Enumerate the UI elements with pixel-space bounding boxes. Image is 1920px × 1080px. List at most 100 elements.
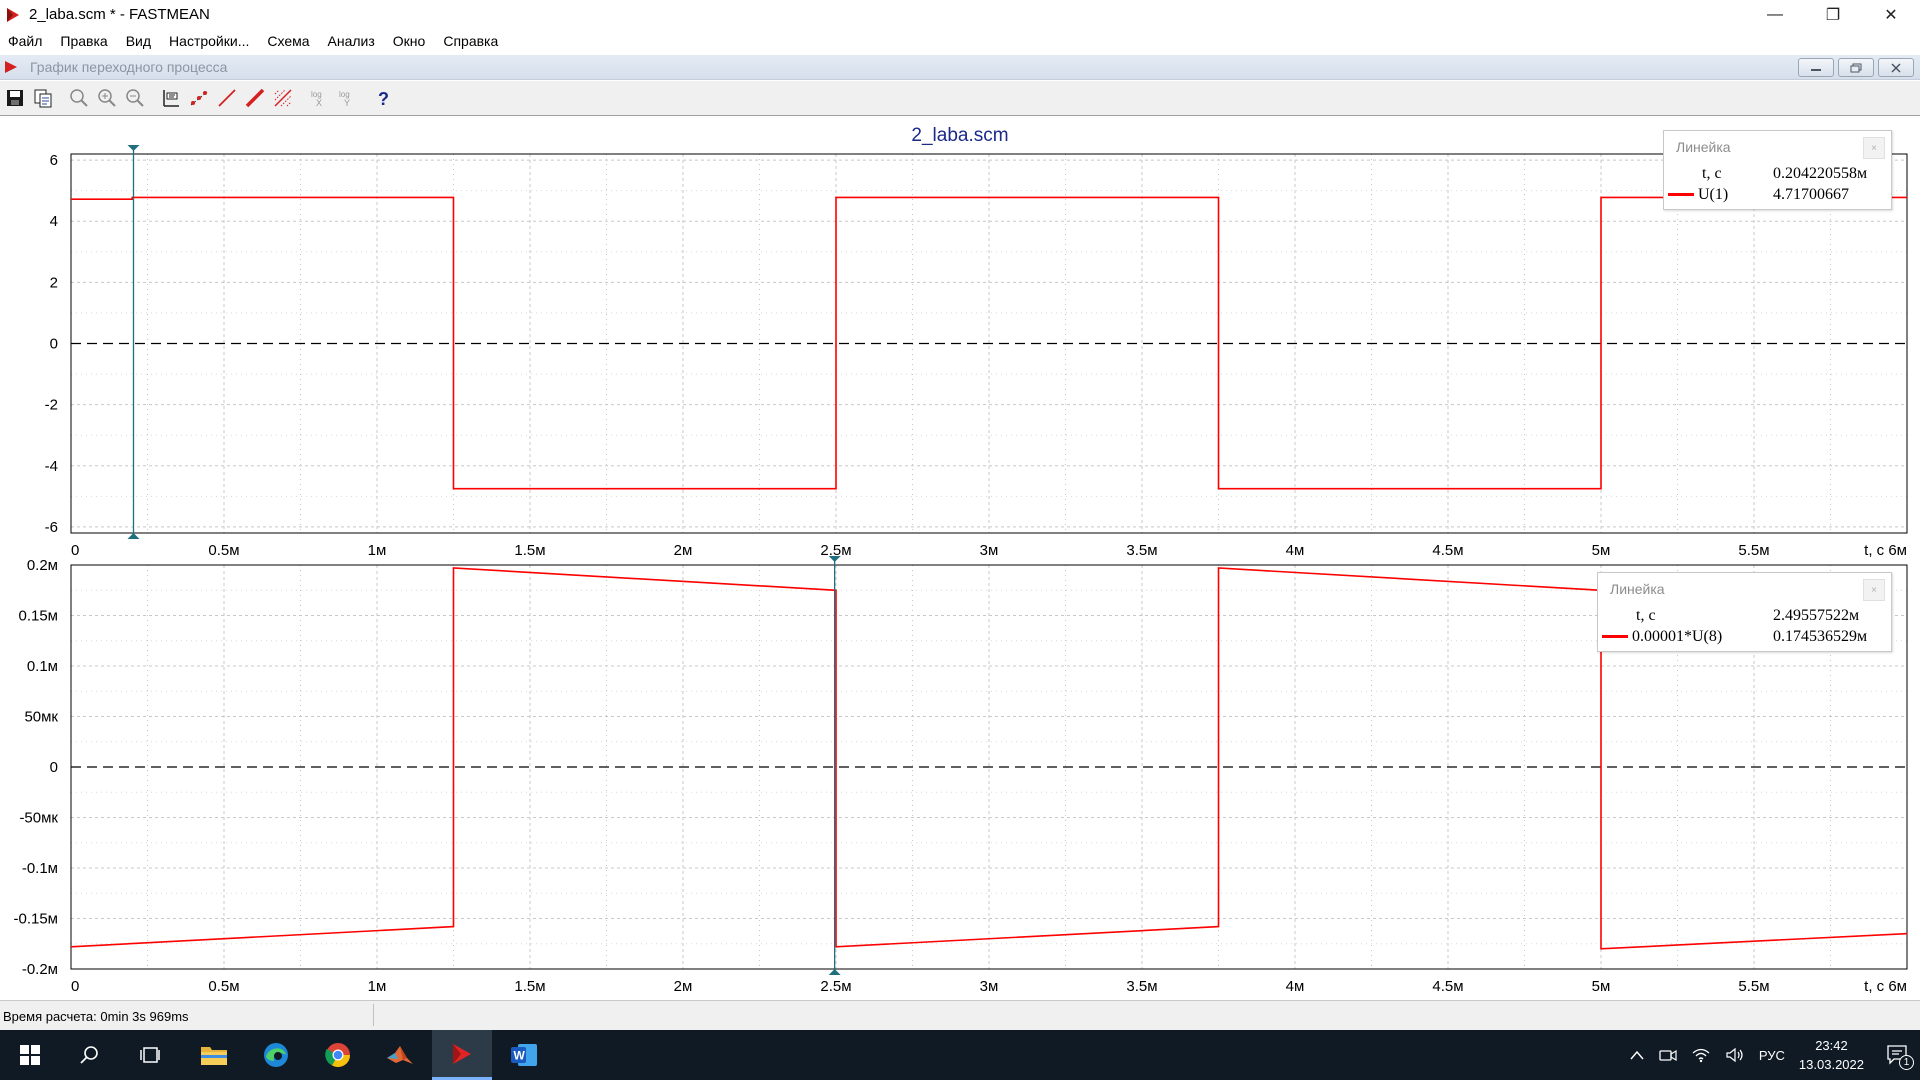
grid-button[interactable] [270, 85, 296, 111]
ruler-close-button[interactable]: × [1863, 137, 1885, 159]
x-tick-label: 0 [71, 978, 79, 995]
task-view-button[interactable] [120, 1030, 180, 1080]
word-icon: W [511, 1044, 537, 1066]
wifi-icon [1692, 1048, 1710, 1063]
meet-now-tray[interactable] [1659, 1047, 1677, 1063]
line-button[interactable] [214, 85, 240, 111]
chrome-button[interactable] [308, 1030, 368, 1080]
child-window-controls [1798, 58, 1914, 77]
close-icon [1891, 62, 1901, 73]
menu-circuit[interactable]: Схема [267, 31, 309, 51]
network-tray[interactable] [1691, 1047, 1711, 1063]
ruler-close-button[interactable]: × [1863, 579, 1885, 601]
word-button[interactable]: W [494, 1030, 554, 1080]
child-restore-button[interactable] [1838, 58, 1874, 77]
start-button[interactable] [0, 1030, 60, 1080]
menu-file[interactable]: Файл [8, 31, 42, 51]
file-explorer-button[interactable] [184, 1030, 244, 1080]
ruler-series-value: 4.71700667 [1773, 185, 1849, 203]
y-tick-label: 50мк [24, 709, 58, 726]
ruler-series-label: U(1) [1698, 185, 1729, 203]
y-tick-label: 6 [50, 152, 58, 169]
series-color-swatch [1602, 635, 1628, 638]
menu-analysis[interactable]: Анализ [328, 31, 375, 51]
clock[interactable]: 23:42 13.03.2022 [1799, 1036, 1864, 1074]
volume-tray[interactable] [1725, 1047, 1745, 1063]
chrome-icon [325, 1043, 350, 1068]
toolbar: log X log Y ? [0, 81, 1920, 116]
thick-line-button[interactable] [242, 85, 268, 111]
child-close-button[interactable] [1878, 58, 1914, 77]
y-tick-label: -2 [45, 397, 58, 414]
ruler-legend-top[interactable]: Линейка × t, c 0.204220558м U(1) 4.71700… [1663, 130, 1892, 210]
help-button[interactable]: ? [370, 85, 396, 111]
thick-line-icon [245, 88, 265, 108]
ruler-time-label: t, c [1702, 164, 1722, 182]
fastmean-child-icon [5, 61, 17, 73]
y-tick-label: -50мк [19, 810, 58, 827]
window-controls: — ❐ ✕ [1746, 0, 1920, 29]
save-button[interactable] [2, 85, 28, 111]
help-glyph: ? [378, 89, 389, 109]
x-tick-label: 2м [674, 542, 693, 559]
ruler-cursor-marker-bottom [828, 969, 841, 975]
log-x-button[interactable]: log X [306, 85, 332, 111]
zoom-button[interactable] [66, 85, 92, 111]
zoom-in-button[interactable] [94, 85, 120, 111]
log-y-icon: log Y [339, 90, 350, 108]
edge-icon [264, 1043, 288, 1067]
copy-icon [34, 89, 52, 108]
window-titlebar: 2_laba.scm * - FASTMEAN — ❐ ✕ [0, 0, 1920, 29]
ruler-time-value: 0.204220558м [1773, 164, 1868, 182]
search-button[interactable] [60, 1030, 120, 1080]
minimize-button[interactable]: — [1746, 0, 1804, 29]
window-title: 2_laba.scm * - FASTMEAN [29, 6, 210, 23]
y-tick-label: 0 [50, 759, 58, 776]
points-button[interactable] [186, 85, 212, 111]
notification-center[interactable]: 1 [1886, 1044, 1914, 1070]
ruler-series-row: U(1) 4.71700667 [1664, 184, 1891, 205]
copy-button[interactable] [30, 85, 56, 111]
y-tick-label: -0.1м [22, 860, 58, 877]
show-hidden-icons[interactable] [1629, 1049, 1645, 1061]
child-minimize-button[interactable] [1798, 58, 1834, 77]
ruler-icon [163, 90, 179, 107]
x-tick-label: 4.5м [1432, 542, 1463, 559]
menu-settings[interactable]: Настройки... [169, 31, 249, 51]
clock-time: 23:42 [1815, 1038, 1848, 1053]
y-tick-label: 0.15м [18, 608, 58, 625]
fastmean-taskbar-button[interactable] [432, 1030, 492, 1080]
plots-canvas[interactable]: 6 4 2 0 -2 -4 -6 0 0.5м 1м 1.5м 2м 2.5м 3м 3.5м 4м 4.5м 5… [0, 117, 1920, 1000]
y-tick-label: -0.15м [13, 911, 58, 928]
restore-button[interactable]: ❐ [1804, 0, 1862, 29]
menu-edit[interactable]: Правка [60, 31, 107, 51]
x-tick-label: 0.5м [208, 542, 239, 559]
system-tray: РУС 23:42 13.03.2022 1 [1629, 1030, 1920, 1080]
word-letter: W [514, 1049, 526, 1063]
close-button[interactable]: ✕ [1862, 0, 1920, 29]
ruler-time-row: t, c 0.204220558м [1664, 163, 1891, 184]
input-language[interactable]: РУС [1759, 1048, 1785, 1063]
menu-help[interactable]: Справка [443, 31, 498, 51]
status-bar: Время расчета: 0min 3s 969ms [0, 1000, 1920, 1030]
y-tick-label: -6 [45, 519, 58, 536]
fastmean-icon [453, 1043, 471, 1064]
matlab-icon [387, 1046, 413, 1064]
x-tick-label: t, с 6м [1864, 542, 1907, 559]
ruler-button[interactable] [158, 85, 184, 111]
x-tick-label: 5.5м [1738, 542, 1769, 559]
zoom-out-button[interactable] [122, 85, 148, 111]
matlab-button[interactable] [370, 1030, 430, 1080]
y-tick-label: 0.2м [27, 557, 58, 574]
ruler-legend-bottom[interactable]: Линейка × t, c 2.49557522м 0.00001*U(8) … [1597, 572, 1892, 652]
menu-view[interactable]: Вид [126, 31, 151, 51]
ruler-swatch-empty [1602, 614, 1628, 617]
log-y-button[interactable]: log Y [334, 85, 360, 111]
x-tick-label: 1м [368, 978, 387, 995]
edge-button[interactable] [246, 1030, 306, 1080]
windows-start-icon [20, 1045, 40, 1065]
plot-area: 2_laba.scm 6 4 2 0 -2 -4 -6 0 0.5м 1м 1.5м 2м 2.5м 3м… [0, 117, 1920, 1000]
ruler-series-value: 0.174536529м [1773, 627, 1868, 645]
menu-window[interactable]: Окно [393, 31, 426, 51]
zoom-icon [70, 89, 88, 107]
